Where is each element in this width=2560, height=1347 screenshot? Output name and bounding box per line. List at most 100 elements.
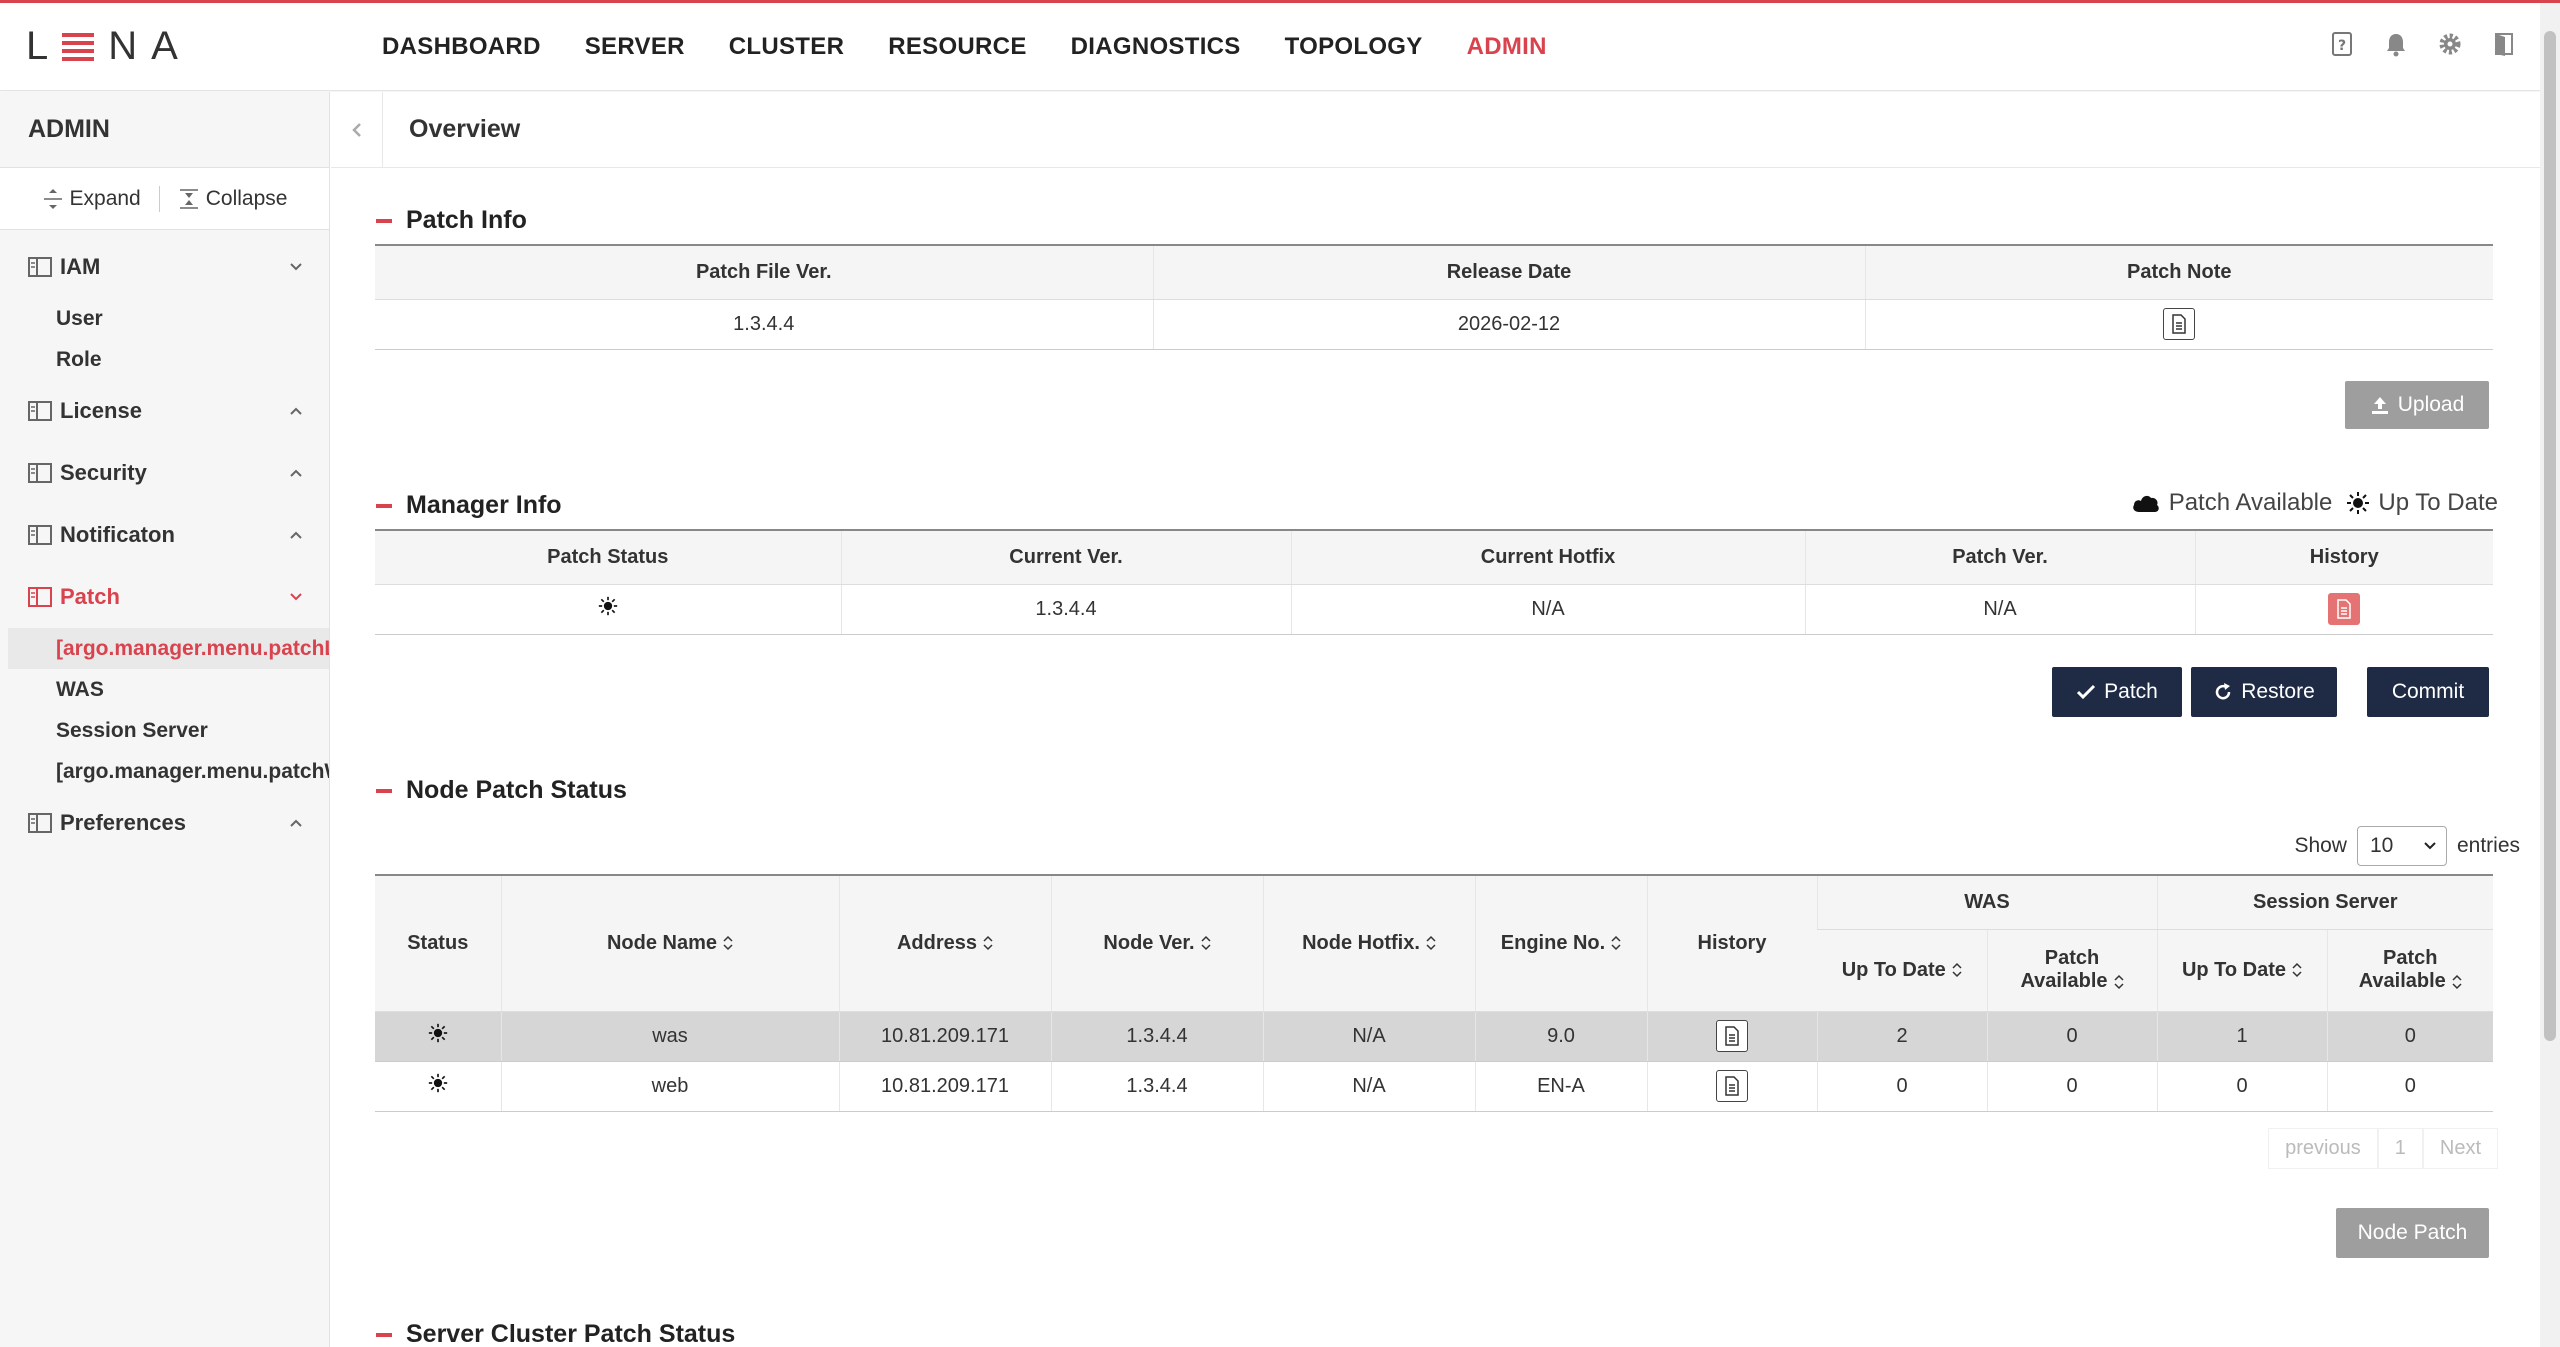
node-patch-button[interactable]: Node Patch [2336, 1208, 2489, 1258]
sidebar-group-patch[interactable]: Patch [0, 566, 329, 628]
table-row[interactable]: was 10.81.209.171 1.3.4.4 N/A 9.0 2 0 1 … [375, 1011, 2493, 1062]
sidebar-item-session-server[interactable]: Session Server [0, 710, 329, 751]
nav-admin[interactable]: ADMIN [1467, 33, 1547, 61]
col-engine-no[interactable]: Engine No. [1474, 875, 1647, 1012]
col-was-up-to-date[interactable]: Up To Date [1817, 929, 1987, 1012]
table-row[interactable]: web 10.81.209.171 1.3.4.4 N/A EN-A 0 0 0… [375, 1061, 2493, 1112]
check-icon [2077, 684, 2096, 700]
nav-server[interactable]: SERVER [585, 33, 685, 61]
sidebar-group-iam[interactable]: IAM [0, 236, 329, 298]
sidebar-item-user[interactable]: User [0, 298, 329, 339]
main-nav: DASHBOARD SERVER CLUSTER RESOURCE DIAGNO… [382, 3, 1591, 91]
col-patch-file-ver[interactable]: Patch File Ver. [375, 245, 1153, 300]
history-cell [2194, 584, 2493, 635]
sidebar-item-patch-web[interactable]: [argo.manager.menu.patchW [0, 751, 329, 792]
was-up-to-date: 2 [1816, 1011, 1987, 1062]
sidebar-item-patch-overview[interactable]: [argo.manager.menu.patchL [8, 628, 329, 669]
main-content: Overview Patch Info Patch File Ver. Rele… [331, 91, 2540, 1347]
sidebar-item-role[interactable]: Role [0, 339, 329, 380]
section-title: Manager Info [406, 491, 562, 519]
commit-button[interactable]: Commit [2367, 667, 2489, 717]
document-icon[interactable] [1716, 1070, 1748, 1102]
pager-page-1[interactable]: 1 [2377, 1128, 2423, 1169]
history-cell [1646, 1061, 1817, 1112]
document-icon[interactable] [2163, 308, 2196, 340]
collapse-button[interactable]: Collapse [178, 187, 287, 211]
logout-icon[interactable] [2492, 31, 2516, 57]
patch-button[interactable]: Patch [2052, 667, 2182, 717]
document-icon[interactable] [1716, 1020, 1748, 1052]
nav-cluster[interactable]: CLUSTER [729, 33, 844, 61]
entries-select[interactable]: 10 [2356, 826, 2447, 866]
sort-icon [983, 936, 993, 951]
refresh-icon [2216, 683, 2231, 700]
col-patch-status[interactable]: Patch Status [375, 530, 841, 585]
sidebar-group-preferences[interactable]: Preferences [0, 792, 329, 854]
gear-icon[interactable] [2438, 31, 2462, 57]
section-node-patch-status: Node Patch Status [376, 776, 627, 805]
scrollbar-thumb[interactable] [2544, 31, 2556, 1041]
help-icon[interactable]: ? [2330, 31, 2354, 57]
chevron-down-icon [2424, 842, 2436, 850]
col-current-hotfix[interactable]: Current Hotfix [1290, 530, 1805, 585]
col-ss-up-to-date[interactable]: Up To Date [2156, 929, 2327, 1012]
sidebar-menu: IAM User Role License Security Notificat… [0, 230, 329, 854]
sort-icon [1611, 936, 1621, 951]
sidebar-toggle[interactable] [331, 91, 383, 168]
nav-diagnostics[interactable]: DIAGNOSTICS [1071, 33, 1241, 61]
col-status[interactable]: Status [375, 875, 501, 1012]
restore-button[interactable]: Restore [2191, 667, 2337, 717]
sidebar-item-was[interactable]: WAS [0, 669, 329, 710]
sidebar-group-license[interactable]: License [0, 380, 329, 442]
col-was-patch-available[interactable]: Patch Available [1986, 929, 2157, 1012]
pagination: previous 1 Next [2268, 1128, 2498, 1169]
history-document-icon[interactable] [2328, 593, 2361, 625]
ss-patch-available: 0 [2326, 1061, 2493, 1112]
patch-file-version: 1.3.4.4 [375, 299, 1153, 350]
page-title: Overview [409, 115, 521, 143]
pager-previous[interactable]: previous [2268, 1128, 2378, 1169]
page-scrollbar[interactable] [2540, 3, 2560, 1347]
node-address: 10.81.209.171 [838, 1011, 1051, 1062]
bell-icon[interactable] [2384, 31, 2408, 57]
expand-button[interactable]: Expand [42, 187, 141, 211]
sidebar-group-notification[interactable]: Notificaton [0, 504, 329, 566]
upload-button[interactable]: Upload [2345, 381, 2489, 429]
pager-next[interactable]: Next [2422, 1128, 2498, 1169]
col-node-name-label: Node Name [606, 931, 718, 954]
section-server-cluster-patch-status: Server Cluster Patch Status [376, 1320, 735, 1347]
patch-status-cell [375, 584, 841, 635]
was-up-to-date: 0 [1816, 1061, 1987, 1112]
col-address[interactable]: Address [838, 875, 1051, 1012]
patch-info-table: Patch File Ver. Release Date Patch Note … [375, 244, 2493, 350]
col-current-ver[interactable]: Current Ver. [840, 530, 1291, 585]
lena-logo[interactable]: L NA [26, 23, 192, 69]
upload-label: Upload [2397, 393, 2465, 416]
node-name: web [500, 1061, 839, 1112]
col-node-hotfix[interactable]: Node Hotfix. [1262, 875, 1475, 1012]
manager-info-table: Patch Status Current Ver. Current Hotfix… [375, 529, 2493, 635]
section-title: Patch Info [406, 206, 527, 234]
col-history[interactable]: History [2194, 530, 2493, 585]
release-date: 2026-02-12 [1152, 299, 1865, 350]
col-node-ver[interactable]: Node Ver. [1050, 875, 1263, 1012]
col-patch-note[interactable]: Patch Note [1864, 245, 2493, 300]
sort-icon [1952, 963, 1962, 978]
col-history[interactable]: History [1646, 875, 1817, 1012]
section-title: Server Cluster Patch Status [406, 1320, 736, 1347]
col-ss-patch-available[interactable]: Patch Available [2326, 929, 2493, 1012]
nav-dashboard[interactable]: DASHBOARD [382, 33, 541, 61]
sun-icon [428, 1073, 447, 1093]
col-release-date[interactable]: Release Date [1152, 245, 1865, 300]
section-dash [376, 788, 392, 793]
legend-patch-available: Patch Available [2168, 489, 2333, 516]
node-hotfix: N/A [1262, 1011, 1475, 1062]
col-node-name[interactable]: Node Name [500, 875, 839, 1012]
engine-no: 9.0 [1474, 1011, 1647, 1062]
nav-resource[interactable]: RESOURCE [888, 33, 1026, 61]
col-patch-ver[interactable]: Patch Ver. [1804, 530, 2195, 585]
nav-topology[interactable]: TOPOLOGY [1285, 33, 1423, 61]
col-group-was: WAS [1816, 875, 2157, 930]
sort-icon [2452, 974, 2462, 989]
sidebar-group-security[interactable]: Security [0, 442, 329, 504]
